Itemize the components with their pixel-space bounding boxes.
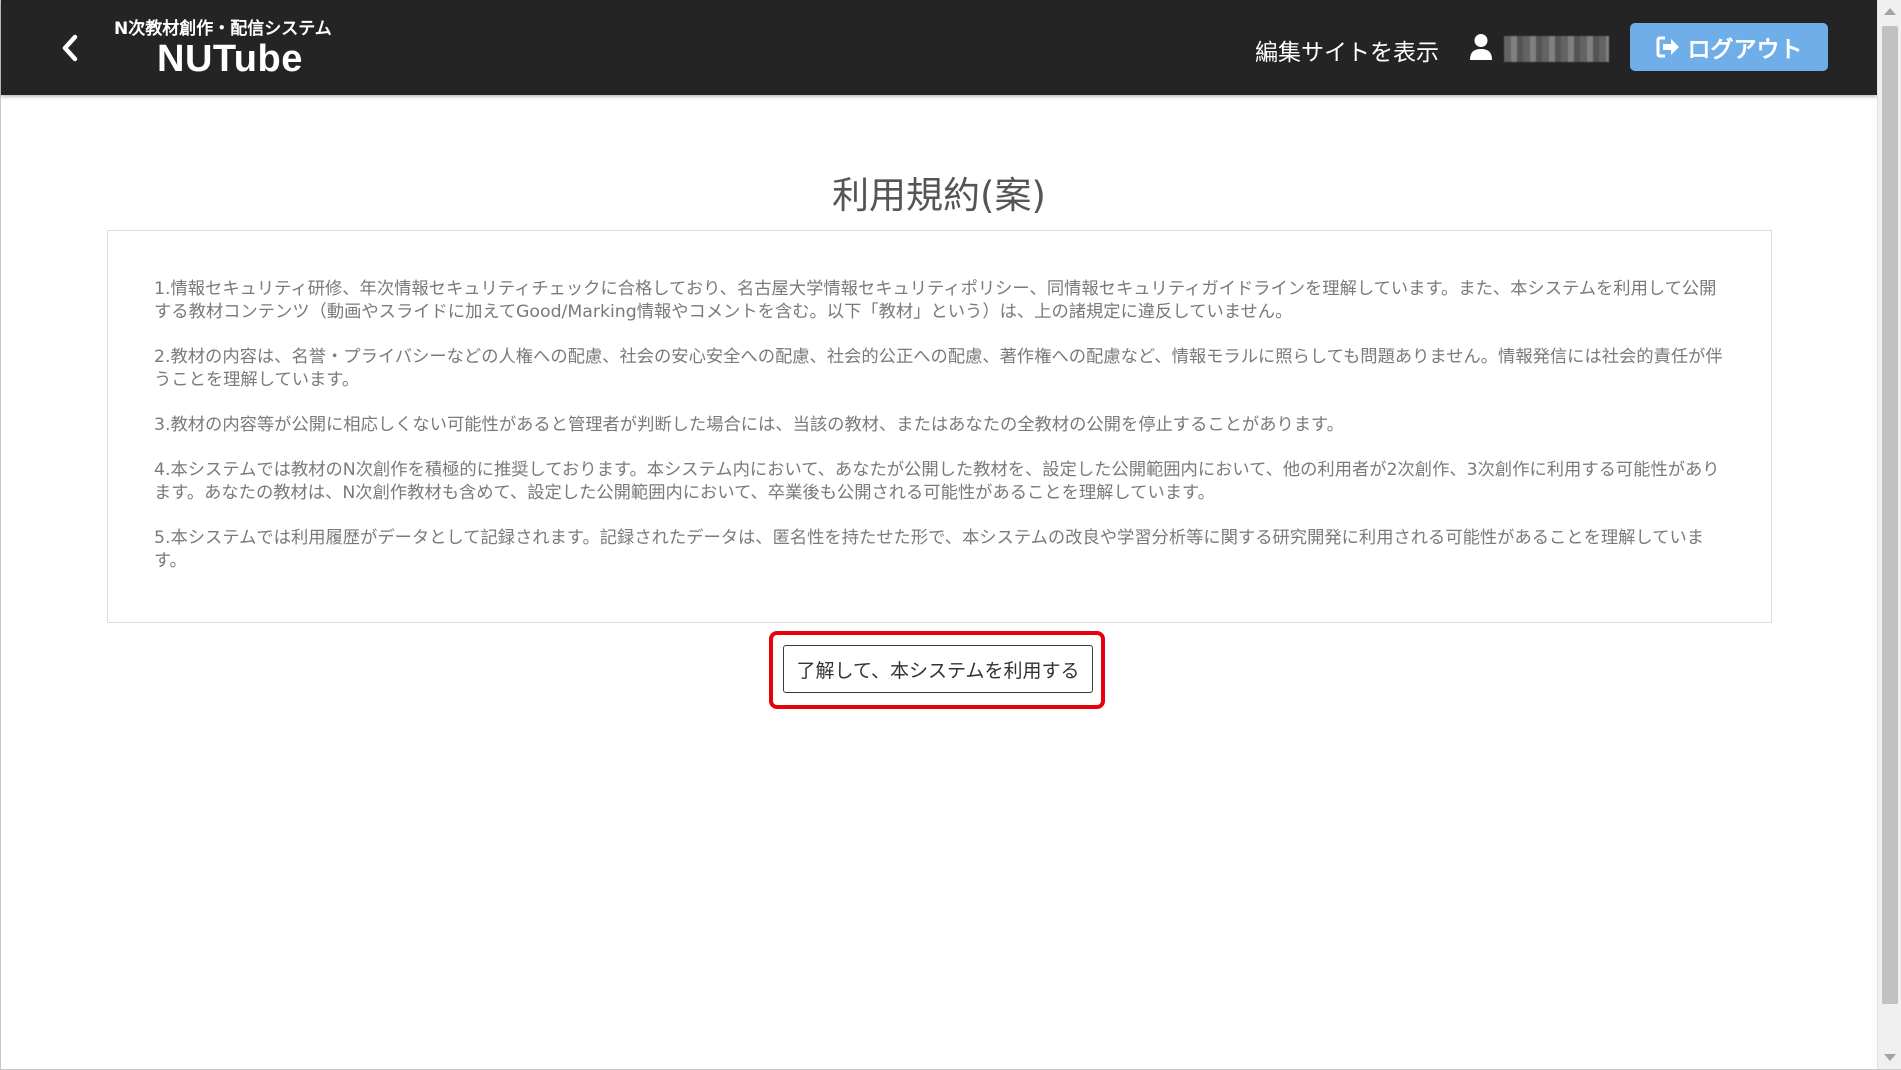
brand-subtitle: N次教材創作・配信システム — [114, 19, 332, 39]
scroll-down-arrow-icon[interactable] — [1884, 1054, 1896, 1061]
terms-item-3: 3.教材の内容等が公開に相応しくない可能性があると管理者が判断した場合には、当該… — [154, 415, 1344, 435]
terms-item-4: 4.本システムでは教材のN次創作を積極的に推奨しております。本システム内において… — [154, 460, 1720, 503]
chevron-left-icon — [62, 34, 78, 62]
page-title: 利用規約(案) — [832, 173, 1046, 217]
terms-item-5: 5.本システムでは利用履歴がデータとして記録されます。記録されたデータは、匿名性… — [154, 528, 1705, 571]
logout-label: ログアウト — [1687, 37, 1803, 63]
terms-item-2: 2.教材の内容は、名誉・プライバシーなどの人権への配慮、社会の安心安全への配慮、… — [154, 347, 1723, 390]
edit-site-link[interactable]: 編集サイトを表示 — [1255, 33, 1439, 67]
scroll-up-arrow-icon[interactable] — [1884, 8, 1896, 15]
app-header: N次教材創作・配信システム NUTube 編集サイトを表示 ログアウト — [1, 0, 1877, 95]
brand-title[interactable]: NUTube — [157, 38, 303, 81]
vertical-scrollbar[interactable] — [1877, 0, 1901, 1069]
agree-button[interactable]: 了解して、本システムを利用する — [783, 645, 1093, 693]
terms-item-1: 1.情報セキュリティ研修、年次情報セキュリティチェックに合格しており、名古屋大学… — [154, 279, 1717, 322]
user-name-redacted — [1504, 36, 1609, 62]
sign-out-icon — [1656, 36, 1679, 58]
logout-button[interactable]: ログアウト — [1630, 23, 1828, 71]
terms-box: 1.情報セキュリティ研修、年次情報セキュリティチェックに合格しており、名古屋大学… — [107, 230, 1772, 623]
back-button[interactable] — [53, 28, 87, 68]
user-icon — [1470, 34, 1492, 60]
scrollbar-thumb[interactable] — [1882, 26, 1898, 1004]
browser-window: N次教材創作・配信システム NUTube 編集サイトを表示 ログアウト 利用規約… — [0, 0, 1901, 1070]
